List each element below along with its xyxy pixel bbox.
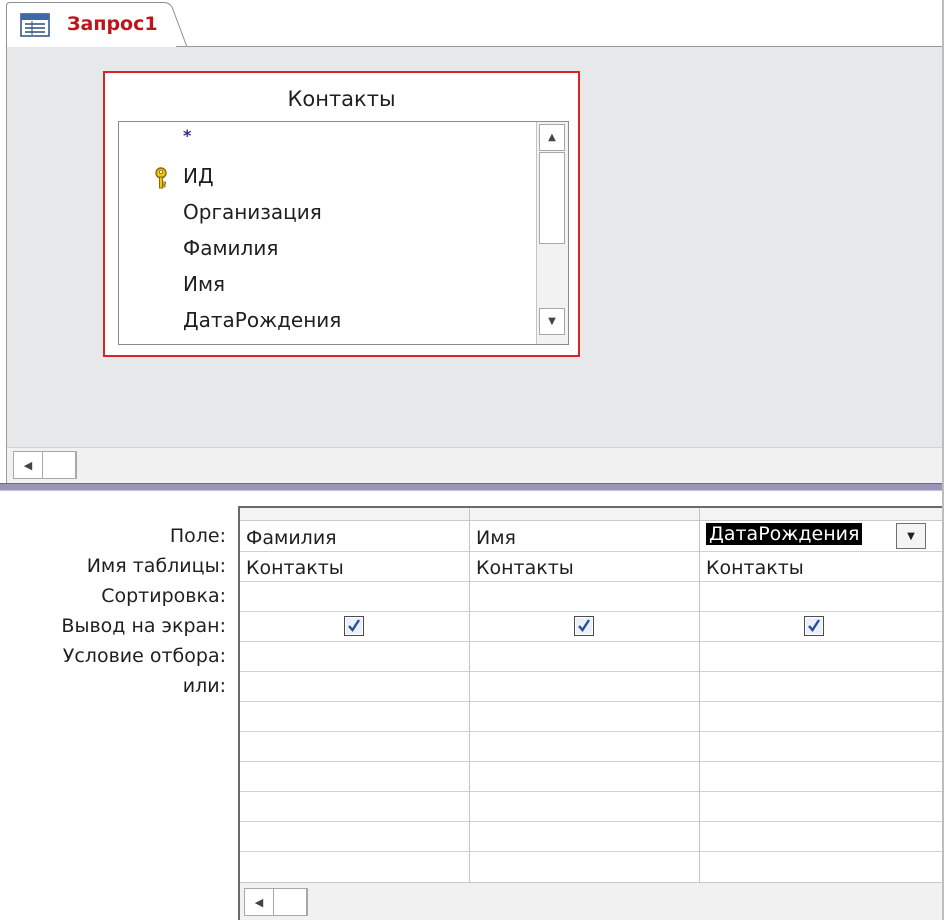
grid-cell-table-3[interactable]: Контакты <box>706 557 804 579</box>
grid-cell-table-1[interactable]: Контакты <box>246 557 344 579</box>
table-pane-scroll-band: ◀ <box>6 447 944 483</box>
table-title: Контакты <box>287 87 396 111</box>
grid-scroll-band: ◀ <box>240 882 944 920</box>
scroll-thumb[interactable] <box>539 152 565 244</box>
table-field-list-contacts[interactable]: Контакты * ИД Организация Фамилия Имя Да… <box>103 71 580 357</box>
show-checkbox-3[interactable] <box>804 616 824 636</box>
arrow-up-icon[interactable]: ▲ <box>539 124 565 151</box>
key-icon <box>153 167 169 193</box>
show-checkbox-2[interactable] <box>574 616 594 636</box>
field-first-name[interactable]: Имя <box>183 272 225 296</box>
field-organization[interactable]: Организация <box>183 200 322 224</box>
grid-cell-field-1[interactable]: Фамилия <box>246 527 337 549</box>
row-label-field: Поле: <box>169 525 226 547</box>
scroll-thumb[interactable] <box>274 889 307 915</box>
checkmark-icon <box>806 618 822 634</box>
row-label-table: Имя таблицы: <box>86 555 226 577</box>
arrow-left-icon[interactable]: ◀ <box>14 452 43 478</box>
checkmark-icon <box>346 618 362 634</box>
tab-title: Запрос1 <box>67 13 158 35</box>
field-id[interactable]: ИД <box>183 164 214 188</box>
field-all-columns[interactable]: * <box>183 126 191 145</box>
query-design-grid: Фамилия Контакты Имя Контакты ДатаРожден… <box>238 506 944 920</box>
scroll-thumb[interactable] <box>43 452 76 478</box>
arrow-down-icon[interactable]: ▼ <box>539 308 565 335</box>
show-checkbox-1[interactable] <box>344 616 364 636</box>
row-label-sort: Сортировка: <box>101 585 226 607</box>
pane-splitter[interactable] <box>0 483 944 491</box>
field-birth-date[interactable]: ДатаРождения <box>183 308 341 332</box>
field-list-scrollbar[interactable]: ▲ ▼ <box>536 122 568 344</box>
row-label-show: Вывод на экран: <box>61 615 226 637</box>
grid-column-selectors[interactable] <box>240 508 944 521</box>
field-last-name[interactable]: Фамилия <box>183 236 278 260</box>
tab-query1[interactable]: Запрос1 <box>6 2 188 47</box>
row-label-criteria: Условие отбора: <box>62 645 226 667</box>
chevron-down-icon[interactable]: ▼ <box>896 523 926 549</box>
table-pane-hscrollbar[interactable]: ◀ <box>13 451 77 479</box>
arrow-left-icon[interactable]: ◀ <box>245 889 274 915</box>
grid-hscrollbar[interactable]: ◀ <box>244 888 308 916</box>
checkmark-icon <box>576 618 592 634</box>
grid-cell-table-2[interactable]: Контакты <box>476 557 574 579</box>
grid-cell-field-3[interactable]: ДатаРождения <box>706 523 863 545</box>
row-label-or: или: <box>182 675 226 697</box>
query-icon <box>20 12 52 42</box>
document-tab-strip: Запрос1 <box>0 0 944 47</box>
grid-cell-field-2[interactable]: Имя <box>476 527 516 549</box>
field-list: * ИД Организация Фамилия Имя ДатаРождени… <box>118 121 569 345</box>
